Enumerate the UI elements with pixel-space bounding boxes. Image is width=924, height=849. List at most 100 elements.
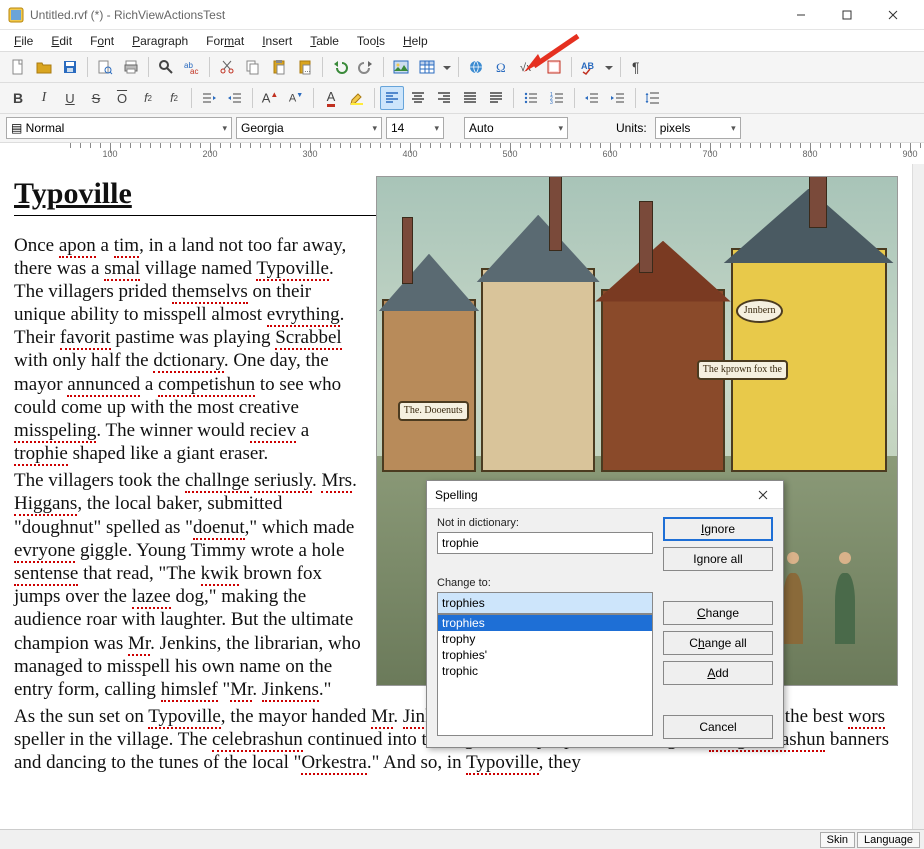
hyperlink-icon[interactable] [464,55,488,79]
print-preview-icon[interactable] [93,55,117,79]
superscript-icon[interactable]: f2 [162,86,186,110]
dialog-title: Spelling [435,488,478,502]
menu-format[interactable]: Format [198,32,252,50]
increase-indent-icon[interactable] [606,86,630,110]
formatting-toolbar: B I U S O f2 f2 A▲ A▼ A 123 [0,83,924,114]
illustration-sign: The kprown fox the [697,360,788,380]
new-file-icon[interactable] [6,55,30,79]
menu-table[interactable]: Table [302,32,347,50]
language-button[interactable]: Language [857,832,920,848]
cancel-button[interactable]: Cancel [663,715,773,739]
font-color-combo[interactable]: Auto▾ [464,117,568,139]
show-marks-icon[interactable]: ¶ [626,55,650,79]
decrease-font-icon[interactable]: A▼ [284,86,308,110]
svg-text:AB: AB [581,61,594,71]
print-icon[interactable] [119,55,143,79]
skin-button[interactable]: Skin [820,832,855,848]
status-bar: Skin Language [0,829,924,849]
maximize-button[interactable] [824,0,870,30]
strike-icon[interactable]: S [84,86,108,110]
find-icon[interactable] [154,55,178,79]
svg-text:¶: ¶ [632,59,640,75]
menu-font[interactable]: Font [82,32,122,50]
change-to-label: Change to: [437,577,653,589]
change-to-input[interactable] [437,592,653,614]
rtl-icon[interactable] [223,86,247,110]
menu-edit[interactable]: Edit [43,32,80,50]
units-label: Units: [616,121,647,135]
bullets-icon[interactable] [519,86,543,110]
insert-table-icon[interactable] [415,55,439,79]
table-dropdown-icon[interactable] [441,55,453,79]
menu-tools[interactable]: Tools [349,32,393,50]
insert-picture-icon[interactable] [389,55,413,79]
ignore-button[interactable]: Ignore [663,517,773,541]
svg-text:ac: ac [190,67,198,75]
save-icon[interactable] [58,55,82,79]
line-spacing-icon[interactable] [641,86,665,110]
dialog-close-icon[interactable] [751,485,775,505]
svg-text:√x: √x [520,62,532,74]
menu-help[interactable]: Help [395,32,436,50]
spelling-dialog: Spelling Not in dictionary: Ignore Ignor… [426,480,784,748]
menu-insert[interactable]: Insert [254,32,300,50]
ignore-all-button[interactable]: Ignore all [663,547,773,571]
suggestion-option[interactable]: trophy [438,631,652,647]
decrease-indent-icon[interactable] [580,86,604,110]
suggestion-option[interactable]: trophic [438,663,652,679]
illustration-sign: The. Dooenuts [398,401,469,421]
menu-file[interactable]: File [6,32,41,50]
paste-special-icon[interactable]: … [293,55,317,79]
align-center-icon[interactable] [406,86,430,110]
close-button[interactable] [870,0,916,30]
change-all-button[interactable]: Change all [663,631,773,655]
svg-text:Ω: Ω [496,60,506,75]
ruler[interactable]: 100200300400500600700800900 [0,143,924,165]
align-distribute-icon[interactable] [484,86,508,110]
standard-toolbar: abac … Ω √x AB ¶ [0,52,924,83]
subscript-icon[interactable]: f2 [136,86,160,110]
window-title: Untitled.rvf (*) - RichViewActionsTest [30,8,778,22]
ltr-icon[interactable] [197,86,221,110]
font-size-combo[interactable]: 14▾ [386,117,444,139]
app-icon [8,7,24,23]
open-file-icon[interactable] [32,55,56,79]
redo-icon[interactable] [354,55,378,79]
minimize-button[interactable] [778,0,824,30]
numbering-icon[interactable]: 123 [545,86,569,110]
bold-icon[interactable]: B [6,86,30,110]
add-button[interactable]: Add [663,661,773,685]
units-combo[interactable]: pixels▾ [655,117,741,139]
object-icon[interactable] [542,55,566,79]
copy-icon[interactable] [241,55,265,79]
suggestions-listbox[interactable]: trophiestrophytrophies'trophic [437,614,653,736]
align-justify-icon[interactable] [458,86,482,110]
spellcheck-dropdown-icon[interactable] [603,55,615,79]
spellcheck-icon[interactable]: AB [577,55,601,79]
not-in-dictionary-input[interactable] [437,532,653,554]
equation-icon[interactable]: √x [516,55,540,79]
align-left-icon[interactable] [380,86,404,110]
font-color-icon[interactable]: A [319,86,343,110]
increase-font-icon[interactable]: A▲ [258,86,282,110]
align-right-icon[interactable] [432,86,456,110]
svg-text:…: … [304,67,311,74]
font-family-combo[interactable]: Georgia▾ [236,117,382,139]
not-in-dictionary-label: Not in dictionary: [437,517,653,529]
undo-icon[interactable] [328,55,352,79]
overline-icon[interactable]: O [110,86,134,110]
title-bar: Untitled.rvf (*) - RichViewActionsTest [0,0,924,30]
paste-icon[interactable] [267,55,291,79]
replace-icon[interactable]: abac [180,55,204,79]
italic-icon[interactable]: I [32,86,56,110]
suggestion-option[interactable]: trophies' [438,647,652,663]
change-button[interactable]: Change [663,601,773,625]
highlight-icon[interactable] [345,86,369,110]
menu-paragraph[interactable]: Paragraph [124,32,196,50]
underline-icon[interactable]: U [58,86,82,110]
vertical-scrollbar[interactable] [912,164,924,829]
suggestion-option[interactable]: trophies [438,615,652,631]
cut-icon[interactable] [215,55,239,79]
insert-symbol-icon[interactable]: Ω [490,55,514,79]
paragraph-style-combo[interactable]: ▤ Normal▾ [6,117,232,139]
